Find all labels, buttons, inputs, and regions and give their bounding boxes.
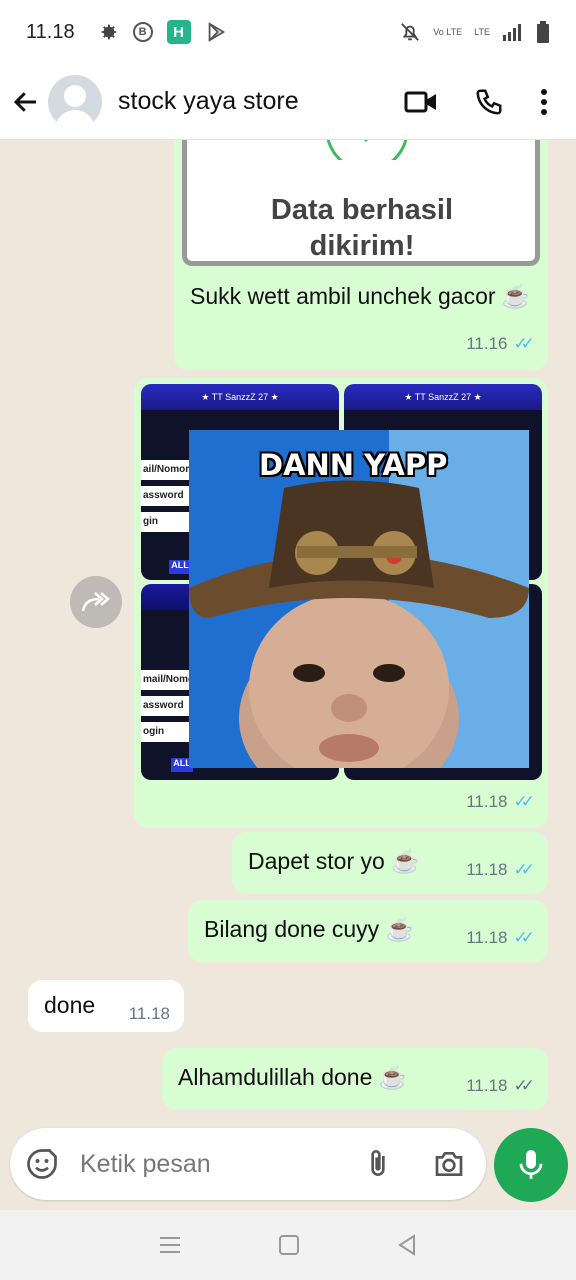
- signal-icon: [503, 24, 521, 41]
- message-text: done: [44, 992, 96, 1018]
- read-ticks-icon: ✓✓: [513, 334, 535, 353]
- message-text: Alhamdulillah done ☕: [178, 1064, 408, 1090]
- chat-header: stock yaya store: [0, 64, 576, 140]
- play-icon: [208, 22, 225, 42]
- message-meta: 11.18 ✓✓: [466, 1076, 535, 1096]
- message-text: Sukk wett ambil unchek gacor ☕: [190, 283, 531, 309]
- message-bubble-incoming[interactable]: done 11.18: [28, 980, 184, 1032]
- image-text: Data berhasil dikirim!: [270, 194, 454, 262]
- all-button: ALL: [169, 560, 191, 574]
- delivered-ticks-icon: ✓✓: [513, 1076, 535, 1095]
- message-time: 11.18: [466, 1076, 508, 1095]
- read-ticks-icon: ✓✓: [513, 792, 535, 811]
- message-time: 11.18: [466, 860, 508, 879]
- volte-icon: Vo LTE: [433, 26, 463, 37]
- message-bubble-album[interactable]: ★ TT SanzzZ 27 ★ ail/Nomor assword gin A…: [134, 378, 548, 828]
- message-text: Bilang done cuyy ☕: [204, 916, 415, 942]
- message-time: 11.18: [128, 1004, 170, 1023]
- forward-icon: [81, 592, 110, 612]
- message-meta: 11.18 ✓✓: [466, 792, 535, 812]
- back-arrow-icon: [13, 91, 36, 112]
- sticker-image: [189, 480, 529, 768]
- message-input-bar[interactable]: Ketik pesan: [10, 1128, 486, 1200]
- message-time: 11.18: [466, 792, 508, 811]
- contact-name[interactable]: stock yaya store: [118, 87, 299, 116]
- sticker-emoji-icon[interactable]: [24, 1146, 60, 1182]
- card-header: ★ TT SanzzZ 27 ★: [344, 384, 542, 410]
- gear-icon: [101, 24, 116, 40]
- read-ticks-icon: ✓✓: [513, 928, 535, 947]
- message-bubble-outgoing[interactable]: Data berhasil dikirim! Sukk wett ambil u…: [174, 140, 548, 370]
- message-bubble-outgoing[interactable]: Alhamdulillah done ☕ 11.18 ✓✓: [162, 1048, 548, 1110]
- home-nav-icon[interactable]: [278, 1234, 300, 1256]
- message-bubble-outgoing[interactable]: Bilang done cuyy ☕ 11.18 ✓✓: [188, 900, 548, 962]
- sticker-text: DANN YAPP: [259, 448, 448, 482]
- card-header: ★ TT SanzzZ 27 ★: [141, 384, 339, 410]
- back-button[interactable]: [0, 76, 52, 128]
- message-text: Dapet stor yo ☕: [248, 848, 420, 874]
- video-call-icon[interactable]: [404, 88, 438, 116]
- camera-icon[interactable]: [432, 1148, 466, 1180]
- microphone-icon: [519, 1150, 543, 1179]
- sticker[interactable]: DANN YAPP: [189, 430, 529, 768]
- mute-icon: [401, 23, 420, 41]
- h-app-icon: H: [166, 20, 191, 44]
- message-time: 11.18: [466, 928, 508, 947]
- message-meta: 11.16 ✓✓: [466, 334, 535, 354]
- lte-label: LTE: [474, 26, 490, 37]
- attach-icon[interactable]: [362, 1147, 394, 1181]
- read-ticks-icon: ✓✓: [513, 860, 535, 879]
- avatar-body: [55, 109, 95, 129]
- system-nav-bar: [0, 1210, 576, 1280]
- message-meta: 11.18 ✓✓: [466, 928, 535, 948]
- b-app-icon: B: [132, 22, 153, 42]
- battery-icon: [537, 21, 549, 43]
- message-input[interactable]: Ketik pesan: [80, 1150, 211, 1179]
- avatar-head: [64, 84, 86, 107]
- back-nav-icon[interactable]: [396, 1234, 418, 1256]
- status-time: 11.18: [26, 20, 75, 43]
- phone-call-icon[interactable]: [474, 87, 504, 117]
- success-check-icon: [326, 140, 408, 160]
- more-options-icon[interactable]: [540, 88, 548, 116]
- message-meta: 11.18 ✓✓: [466, 860, 535, 880]
- voice-record-button[interactable]: [494, 1128, 568, 1202]
- chat-area[interactable]: Data berhasil dikirim! Sukk wett ambil u…: [0, 140, 576, 1130]
- status-bar: 11.18 B H Vo LTE LTE: [0, 0, 576, 64]
- forward-button[interactable]: [70, 576, 122, 628]
- message-meta: 11.18: [129, 1004, 170, 1024]
- image-attachment[interactable]: Data berhasil dikirim!: [182, 140, 540, 266]
- message-bubble-outgoing[interactable]: Dapet stor yo ☕ 11.18 ✓✓: [232, 832, 548, 894]
- avatar[interactable]: [48, 74, 102, 129]
- menu-nav-icon[interactable]: [158, 1235, 182, 1255]
- message-time: 11.16: [466, 334, 508, 353]
